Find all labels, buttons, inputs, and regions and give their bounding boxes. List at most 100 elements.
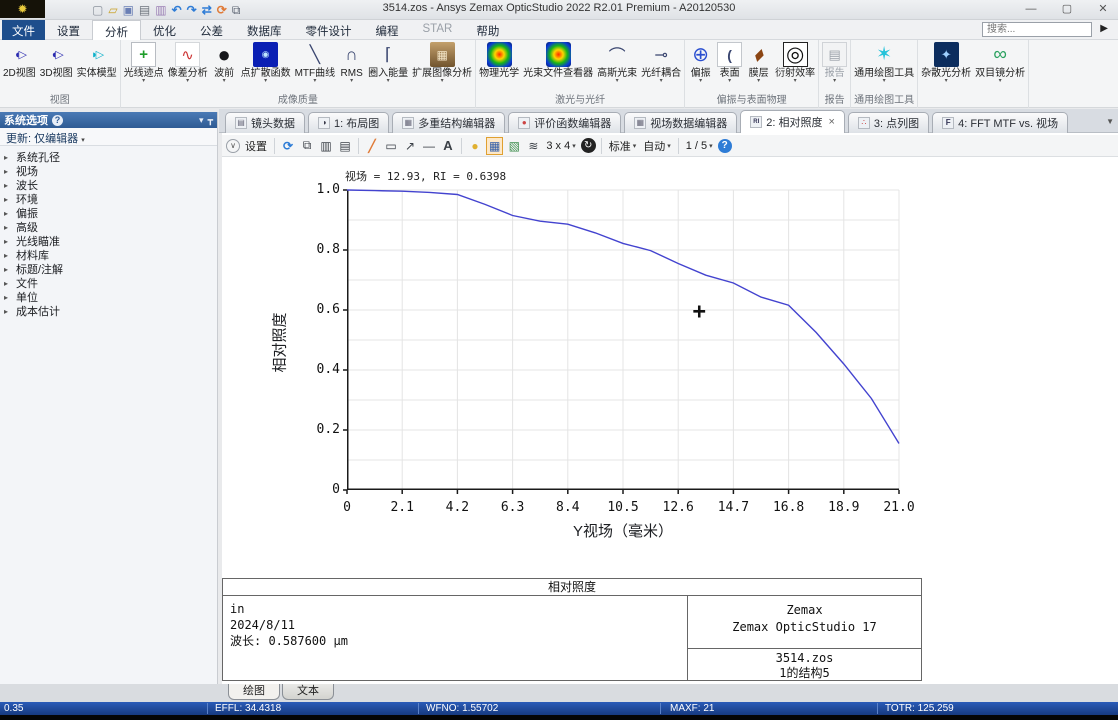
sidebar-item-波长[interactable]: ▸ 波长 <box>4 178 217 192</box>
help-icon[interactable]: ? <box>717 138 732 153</box>
polarization-icon: ⊕ <box>692 44 710 66</box>
ribbon-extended-image-button[interactable]: ▦ 扩展图像分析 ▾ <box>410 40 474 84</box>
close-tab-icon[interactable]: × <box>828 116 834 128</box>
ribbon-surface-button[interactable]: (表面 ▾ <box>715 40 744 84</box>
ribbon-rms-button[interactable]: ∩ RMS ▾ <box>337 40 366 85</box>
slides-icon[interactable]: ▧ <box>506 137 522 155</box>
tab-2: 相对照度[interactable]: RI 2: 相对照度 × <box>740 110 845 133</box>
update-mode-dropdown[interactable]: 更新: 仅编辑器 ▾ <box>0 128 217 146</box>
sidebar-item-高级[interactable]: ▸ 高级 <box>4 220 217 234</box>
ribbon-solid-model-button[interactable]: ◗▷ 实体模型 <box>75 40 119 79</box>
collapse-settings-icon[interactable]: ∨ <box>226 138 240 153</box>
ribbon-polarization-button[interactable]: ⊕ 偏振 ▾ <box>686 40 715 84</box>
menu-tab-分析[interactable]: 分析 <box>92 20 141 40</box>
replay-icon[interactable]: ↻ <box>580 138 596 153</box>
ribbon-stray-light-button[interactable]: ✦ 杂散光分析 ▾ <box>919 40 973 84</box>
menu-tab-公差[interactable]: 公差 <box>188 20 235 40</box>
ribbon-enclosed-energy-button[interactable]: ⌈ 圈入能量 ▾ <box>366 40 410 85</box>
sidebar-item-材料库[interactable]: ▸ 材料库 <box>4 248 217 262</box>
tab-评价函数编辑器[interactable]: ● 评价函数编辑器 <box>508 112 622 133</box>
ribbon-psf-button[interactable]: ◉ 点扩散函数 ▾ <box>239 40 293 84</box>
ribbon-fiber-coupling-button[interactable]: ⊸ 光纤耦合 ▾ <box>639 40 683 85</box>
toolbar-label: 自动 <box>643 140 666 153</box>
sidebar-title: 系统选项 <box>4 115 48 127</box>
ribbon-gaussian-beam-button[interactable]: ⌒ 高斯光束 ▾ <box>595 40 639 84</box>
tab-镜头数据[interactable]: ▤ 镜头数据 <box>225 112 305 133</box>
refresh-icon[interactable]: ⟳ <box>280 137 296 155</box>
menu-tab-数据库[interactable]: 数据库 <box>235 20 294 40</box>
draw-arrow-icon[interactable]: ↗ <box>402 137 418 155</box>
ribbon-physical-optics-button[interactable]: 物理光学 <box>477 40 521 79</box>
dropdown-arrow-icon: ▾ <box>264 78 268 84</box>
sidebar-item-视场[interactable]: ▸ 视场 <box>4 164 217 178</box>
dropdown-arrow-icon: ▾ <box>728 78 732 84</box>
sidebar-item-成本估计[interactable]: ▸ 成本估计 <box>4 304 217 318</box>
menu-tab-文件[interactable]: 文件 <box>2 20 45 40</box>
ribbon-binocular-button[interactable]: ∞ 双目镜分析 ▾ <box>973 40 1027 85</box>
menu-tab-STAR[interactable]: STAR <box>411 20 465 40</box>
tab-1: 布局图[interactable]: ◑ 1: 布局图 <box>308 112 390 133</box>
auto-select[interactable]: 自动 ▾ <box>641 137 673 155</box>
menu-tab-设置[interactable]: 设置 <box>45 20 92 40</box>
tab-text-view[interactable]: 文本 <box>282 684 334 700</box>
ribbon-report-button[interactable]: ▤ 报告 ▾ <box>820 40 849 84</box>
menu-tab-帮助[interactable]: 帮助 <box>464 20 511 40</box>
search-go-icon[interactable]: ▶ <box>1100 23 1108 34</box>
minimize-button[interactable]: — <box>1020 2 1042 17</box>
sidebar-item-标题/注解[interactable]: ▸ 标题/注解 <box>4 262 217 276</box>
help-circle-icon[interactable]: ? <box>52 114 63 126</box>
info-table-file-cell: 3514.zos 1的结构5 <box>688 649 921 681</box>
sidebar-item-光线瞄准[interactable]: ▸ 光线瞄准 <box>4 234 217 248</box>
tab-overflow-icon[interactable]: ▼ <box>1106 117 1114 126</box>
tab-视场数据编辑器[interactable]: ▦ 视场数据编辑器 <box>624 112 738 133</box>
y-tick-label: 1.0 <box>316 182 340 197</box>
status-bar: 0.35 EFFL: 34.4318 WFNO: 1.55702 MAXF: 21 TO… <box>0 702 1118 715</box>
sidebar-item-系统孔径[interactable]: ▸ 系统孔径 <box>4 150 217 164</box>
dropdown-arrow-icon: ▾ <box>709 142 713 150</box>
universal-plot-icon: ✶ <box>876 44 893 65</box>
draw-line-icon[interactable]: — <box>421 137 437 155</box>
grid-size[interactable]: 3 x 4 ▾ <box>544 137 577 155</box>
tab-多重结构编辑器[interactable]: ▦ 多重结构编辑器 <box>392 112 506 133</box>
ribbon-universal-plot-button[interactable]: ✶ 通用绘图工具 ▾ <box>852 40 916 84</box>
tab-4: FFT MTF vs. 视场[interactable]: F 4: FFT MTF vs. 视场 <box>932 112 1069 133</box>
pin-icon[interactable]: ┳ <box>208 115 213 126</box>
grid-layout-icon[interactable]: ▦ <box>486 136 504 155</box>
layers-icon[interactable]: ≋ <box>525 137 541 155</box>
ribbon-mtf-curve-button[interactable]: ╲ MTF曲线 ▾ <box>293 40 338 85</box>
ribbon-ray-trace-button[interactable]: + 光线迹点 ▾ <box>122 40 166 84</box>
save-image-icon[interactable]: ▥ <box>318 137 334 155</box>
ribbon-beam-file-viewer-button[interactable]: 光束文件查看器 <box>521 40 595 79</box>
tab-3: 点列图[interactable]: ∴ 3: 点列图 <box>847 112 930 133</box>
draw-rectangle-icon[interactable]: ▭ <box>383 137 399 155</box>
ribbon-lens-3d-button[interactable]: ◖▷ 3D视图 <box>38 40 75 79</box>
surface-icon: ( <box>717 42 743 67</box>
maximize-button[interactable]: ▢ <box>1056 2 1078 17</box>
ribbon-coating-button[interactable]: ▰ 膜层 ▾ <box>744 40 773 84</box>
sidebar-item-环境[interactable]: ▸ 环境 <box>4 192 217 206</box>
highlight-icon[interactable]: ● <box>467 137 483 155</box>
sidebar-item-单位[interactable]: ▸ 单位 <box>4 290 217 304</box>
menu-tab-零件设计[interactable]: 零件设计 <box>294 20 364 40</box>
print-icon[interactable]: ▤ <box>337 137 353 155</box>
copy-icon[interactable]: ⧉ <box>299 137 315 155</box>
ribbon-aberration-button[interactable]: ∿ 像差分析 ▾ <box>166 40 210 84</box>
page-select[interactable]: 1 / 5 ▾ <box>684 137 715 155</box>
menu-tab-优化[interactable]: 优化 <box>141 20 188 40</box>
ribbon-lens-2d-button[interactable]: ◖▷ 2D视图 <box>1 40 38 79</box>
close-button[interactable]: ✕ <box>1092 2 1114 17</box>
ribbon-wavefront-button[interactable]: ● 波前 ▾ <box>210 40 239 85</box>
menu-tab-编程[interactable]: 编程 <box>364 20 411 40</box>
search-input[interactable] <box>982 22 1092 37</box>
tab-plot-view[interactable]: 绘图 <box>228 684 280 700</box>
settings-button[interactable]: 设置 <box>243 137 269 155</box>
draw-text-icon[interactable]: A <box>440 137 456 155</box>
draw-pencil-icon[interactable]: ╱ <box>364 137 380 155</box>
collapse-panel-icon[interactable]: ▾ <box>199 115 204 126</box>
extended-image-icon: ▦ <box>429 42 455 67</box>
sidebar-item-偏振[interactable]: ▸ 偏振 <box>4 206 217 220</box>
sidebar-item-文件[interactable]: ▸ 文件 <box>4 276 217 290</box>
tab-label: 4: FFT MTF vs. 视场 <box>958 118 1059 130</box>
standard-select[interactable]: 标准 ▾ <box>607 137 639 155</box>
ribbon-diffraction-efficiency-button[interactable]: ◎ 衍射效率 ▾ <box>773 40 817 84</box>
